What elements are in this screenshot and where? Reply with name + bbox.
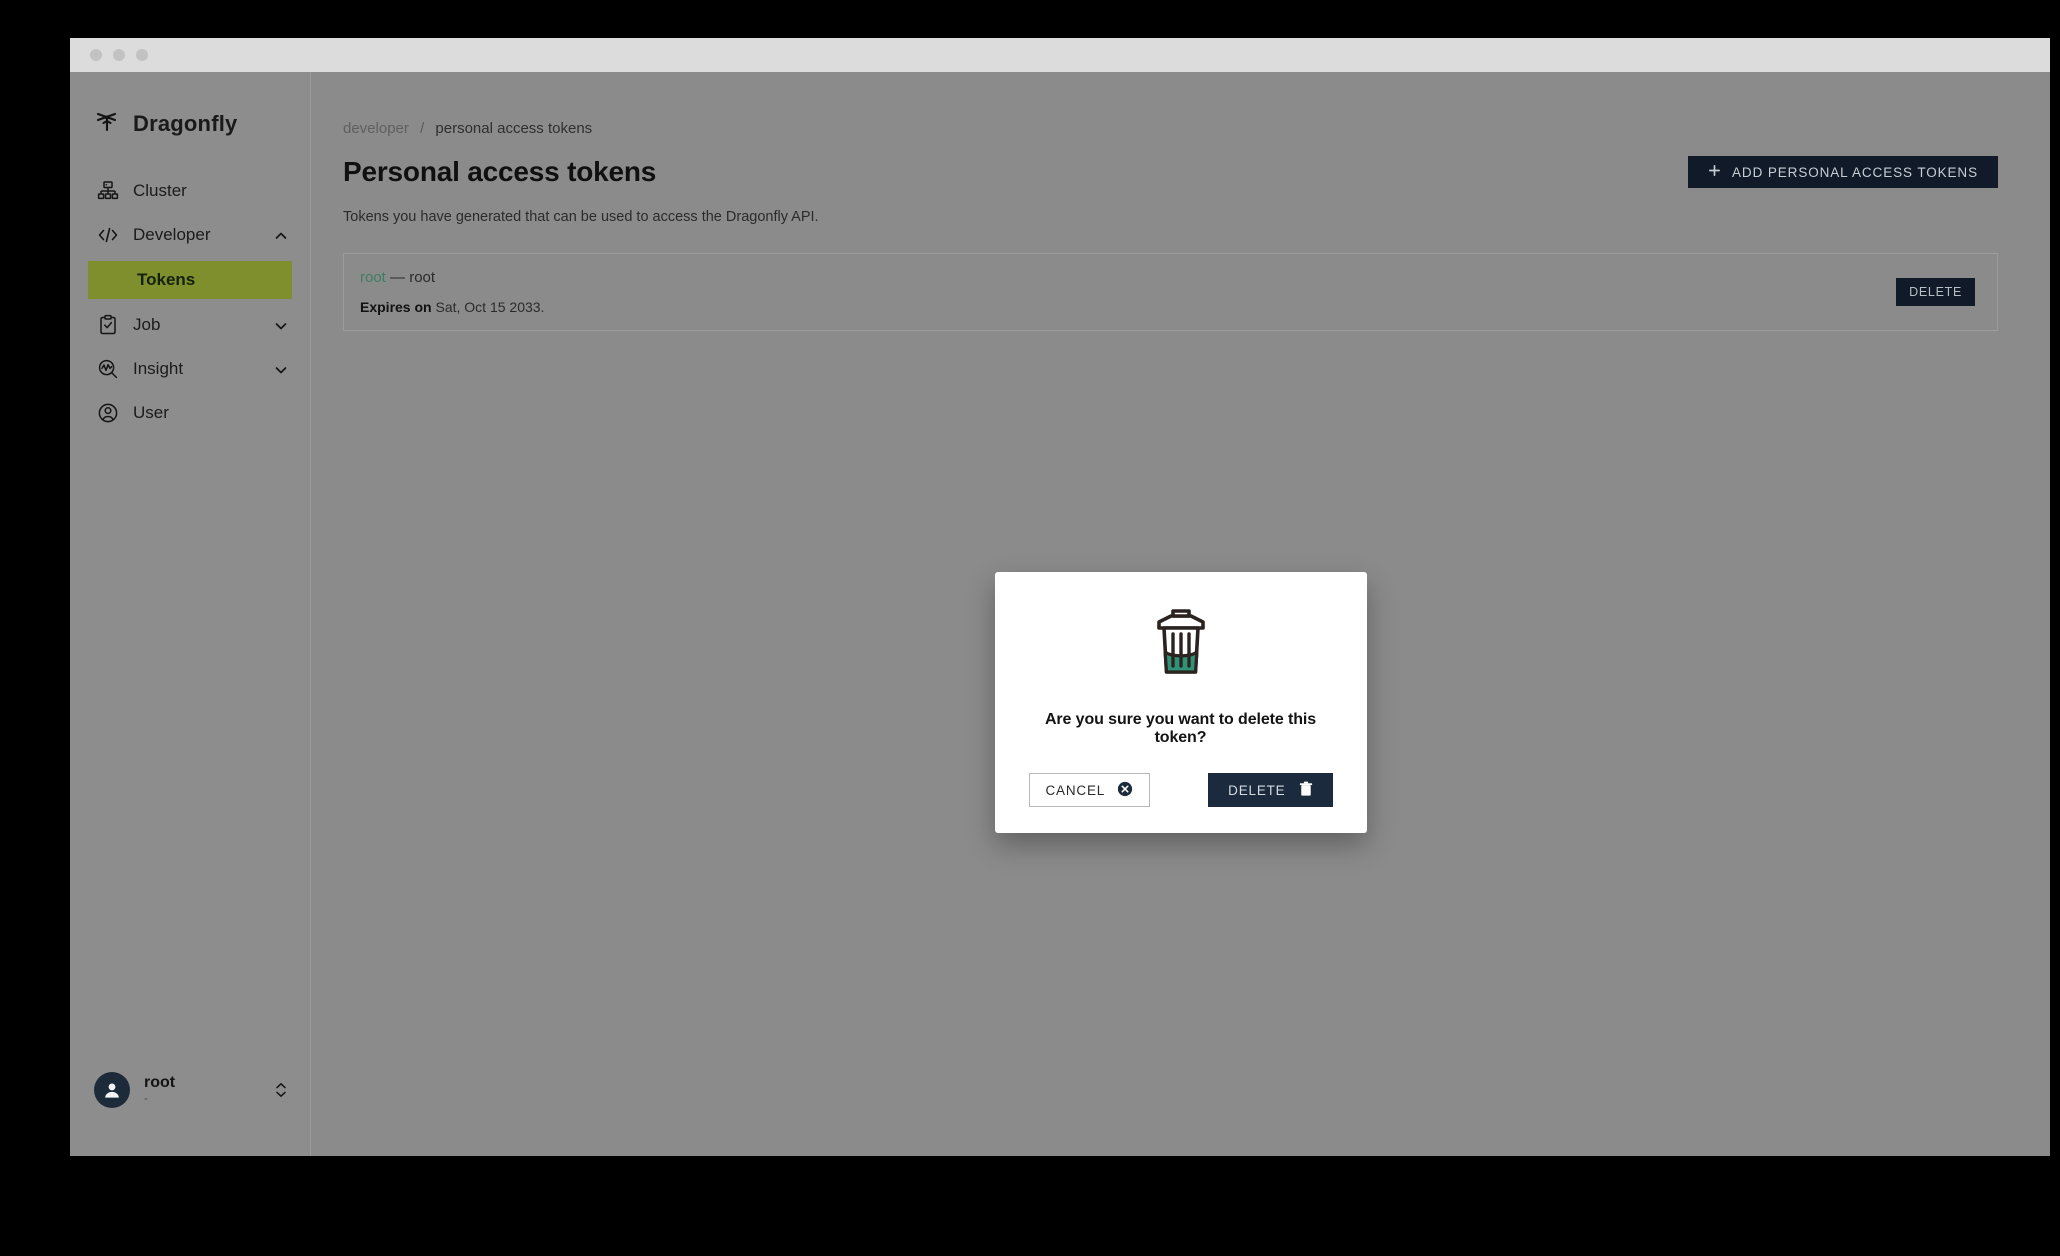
chevron-up-down-icon[interactable]: [274, 1079, 288, 1101]
trash-can-icon: [1019, 600, 1343, 689]
modal-message: Are you sure you want to delete this tok…: [1044, 711, 1317, 746]
sidebar-item-label: Cluster: [133, 181, 187, 200]
chevron-up-icon[interactable]: [274, 228, 288, 242]
circle-x-icon: [1117, 781, 1133, 800]
brand[interactable]: Dragonfly: [70, 72, 310, 139]
modal-actions: CANCEL DELETE: [1019, 773, 1343, 807]
confirm-delete-label: DELETE: [1228, 782, 1286, 798]
chevron-down-icon[interactable]: [274, 362, 288, 376]
delete-confirmation-modal: Are you sure you want to delete this tok…: [994, 572, 1367, 833]
sidebar-item-user[interactable]: User: [70, 391, 310, 435]
brand-name: Dragonfly: [133, 110, 238, 136]
main-content: developer / personal access tokens Perso…: [311, 72, 2050, 1156]
sidebar-item-developer[interactable]: Developer: [70, 213, 310, 257]
sidebar-item-cluster[interactable]: Cluster: [70, 169, 310, 213]
sidebar-item-job[interactable]: Job: [70, 303, 310, 347]
cancel-button[interactable]: CANCEL: [1028, 773, 1151, 807]
sidebar-user-switcher[interactable]: root -: [70, 1072, 310, 1108]
sidebar-subitem-label: Tokens: [137, 270, 196, 289]
insight-magnifier-icon: [97, 358, 119, 380]
user-avatar-icon: [94, 1072, 130, 1108]
app-body: Dragonfly Cluster Developer Tokens Job I…: [70, 72, 2050, 1156]
cancel-label: CANCEL: [1045, 782, 1106, 798]
sidebar-nav: Cluster Developer Tokens Job Insight Use…: [70, 169, 310, 435]
chevron-down-icon[interactable]: [274, 318, 288, 332]
confirm-delete-button[interactable]: DELETE: [1208, 773, 1333, 807]
sidebar-item-label: Insight: [133, 359, 184, 378]
clipboard-check-icon: [97, 314, 119, 336]
window-titlebar: [70, 38, 2050, 72]
maximize-dot[interactable]: [136, 49, 148, 61]
cluster-icon: [97, 180, 119, 202]
user-subtitle: -: [144, 1091, 148, 1106]
sidebar-item-insight[interactable]: Insight: [70, 347, 310, 391]
sidebar-item-label: Developer: [133, 225, 211, 244]
user-meta: root -: [144, 1074, 175, 1106]
minimize-dot[interactable]: [113, 49, 125, 61]
close-dot[interactable]: [90, 49, 102, 61]
sidebar-item-label: User: [133, 403, 169, 422]
code-icon: [97, 224, 119, 246]
user-name: root: [144, 1073, 176, 1091]
trash-icon: [1299, 781, 1313, 800]
dragonfly-logo-icon: [94, 108, 120, 139]
sidebar-item-label: Job: [133, 315, 161, 334]
sidebar-item-tokens[interactable]: Tokens: [88, 261, 292, 299]
browser-window: Dragonfly Cluster Developer Tokens Job I…: [70, 38, 2050, 1156]
sidebar: Dragonfly Cluster Developer Tokens Job I…: [70, 72, 311, 1156]
user-circle-icon: [97, 402, 119, 424]
